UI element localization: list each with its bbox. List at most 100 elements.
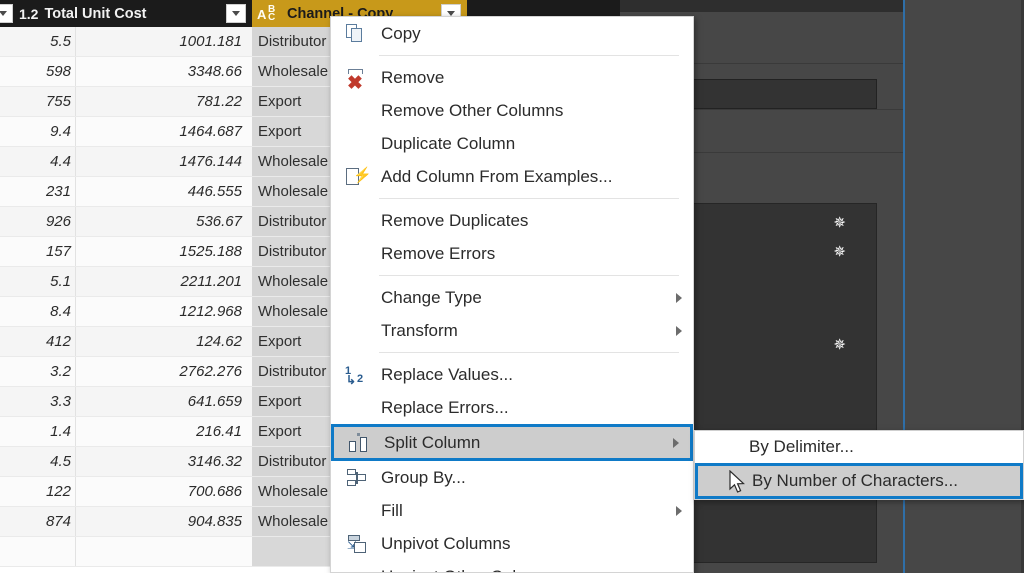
menu-item-unpivot-columns[interactable]: ⇲ Unpivot Columns [331,527,693,560]
cell-index: 4.4 [0,147,76,176]
menu-item-label: Replace Values... [381,364,513,384]
menu-item-label: Replace Errors... [381,397,509,417]
cell-total-unit-cost: 781.22 [196,93,242,110]
cell-total-unit-cost: 3348.66 [187,63,242,80]
menu-separator [379,352,679,353]
menu-item-icon-slot: ✖ [331,61,381,94]
cell-total-unit-cost: 1001.181 [179,33,242,50]
menu-item-add-column-from-examples[interactable]: ⚡ Add Column From Examples... [331,160,693,193]
menu-item-group-by[interactable]: Group By... [331,461,693,494]
cell-total-unit-cost: 1525.188 [179,243,242,260]
cell-total-unit-cost: 2211.201 [180,273,242,290]
menu-item-icon-slot [331,237,381,270]
gear-icon[interactable]: ✵ [833,245,846,260]
menu-item-label: Unpivot Columns [381,533,511,553]
menu-item-remove-duplicates[interactable]: Remove Duplicates [331,204,693,237]
cell-total-unit-cost: 216.41 [196,423,242,440]
menu-item-icon-slot: ⇲ [331,527,381,560]
cell-index: 1.4 [0,417,76,446]
menu-item-remove-other-columns[interactable]: Remove Other Columns [331,94,693,127]
cell-total-unit-cost: 2762.276 [179,363,242,380]
menu-item-label: Remove [381,67,445,87]
cell-index: 3.2 [0,357,76,386]
cell-total-unit-cost: 904.835 [187,513,242,530]
chevron-right-icon [662,438,690,448]
menu-item-icon-slot [331,204,381,237]
menu-item-transform[interactable]: Transform [331,314,693,347]
cell-index: 598 [0,57,76,86]
menu-item-label: Copy [381,23,421,43]
menu-separator [379,55,679,56]
menu-item-remove-errors[interactable]: Remove Errors [331,237,693,270]
menu-item-icon-slot [331,314,381,347]
cell-total-unit-cost: 1476.144 [179,153,242,170]
menu-item-replace-values[interactable]: 1 ↳ 2 Replace Values... [331,358,693,391]
menu-item-label: Remove Errors [381,243,496,263]
gear-icon[interactable]: ✵ [833,338,846,353]
chevron-right-icon [665,506,693,516]
menu-item-change-type[interactable]: Change Type [331,281,693,314]
chevron-right-icon [665,326,693,336]
cell-index: 8.4 [0,297,76,326]
menu-item-split-column[interactable]: Split Column [331,424,693,461]
decimal-number-icon: 1.2 [19,5,39,22]
menu-item-icon-slot [331,461,381,494]
cell-index: 926 [0,207,76,236]
column-header-index[interactable] [0,0,13,27]
cell-total-unit-cost: 1464.687 [179,123,242,140]
menu-item-icon-slot [331,281,381,314]
split-column-submenu[interactable]: By Delimiter... By Number of Characters..… [694,430,1024,500]
split-column-icon [348,432,370,454]
cell-index: 122 [0,477,76,506]
remove-icon: ✖ [345,67,367,93]
submenu-item-by-delimiter[interactable]: By Delimiter... [695,431,1023,463]
menu-item-duplicate-column[interactable]: Duplicate Column [331,127,693,160]
power-query-editor-screen: ✵ ✵ nns Position ✵ nns 1.2 Tot [0,0,1024,573]
cell-total-unit-cost: 641.659 [187,393,242,410]
menu-item-replace-errors[interactable]: Replace Errors... [331,391,693,424]
cell-total-unit-cost: 1212.968 [179,303,242,320]
menu-item-icon-slot: ⚡ [331,160,381,193]
cell-index: 874 [0,507,76,536]
column-header-total-unit-cost[interactable]: 1.2 Total Unit Cost [12,0,252,27]
gear-icon[interactable]: ✵ [833,216,846,231]
menu-item-label: Remove Duplicates [381,210,529,230]
cell-total-unit-cost [78,537,248,566]
menu-item-fill[interactable]: Fill [331,494,693,527]
add-column-from-examples-icon: ⚡ [345,166,372,188]
cell-index: 9.4 [0,117,76,146]
menu-item-label: Duplicate Column [381,133,516,153]
cell-index: 4.5 [0,447,76,476]
cell-total-unit-cost: 700.686 [187,483,242,500]
cell-index: 157 [0,237,76,266]
submenu-item-by-number-of-characters[interactable]: By Number of Characters... [695,463,1023,499]
cell-total-unit-cost: 446.555 [187,183,242,200]
menu-item-icon-slot: 1 ↳ 2 [331,358,381,391]
cell-index: 5.5 [0,27,76,56]
menu-item-icon-slot [331,560,381,572]
column-context-menu[interactable]: Copy ✖ Remove Remove Other Columns Duplicate… [330,16,694,573]
cell-index: 3.3 [0,387,76,416]
column-title: Total Unit Cost [44,5,147,22]
cell-index: 412 [0,327,76,356]
cell-index: 231 [0,177,76,206]
cell-total-unit-cost: 536.67 [196,213,242,230]
menu-item-icon-slot [331,17,381,50]
menu-item-label: Change Type [381,287,482,307]
menu-item-unpivot-other-columns[interactable]: Unpivot Other Columns [331,560,693,573]
group-by-icon [345,467,367,489]
menu-separator [379,198,679,199]
cell-total-unit-cost: 3146.32 [187,453,242,470]
unpivot-columns-icon: ⇲ [345,533,367,555]
cell-index: 5.1 [0,267,76,296]
chevron-right-icon [665,293,693,303]
chevron-down-icon[interactable] [226,4,246,23]
abc-text-icon: ABC [257,3,276,23]
menu-item-label: Transform [381,320,458,340]
menu-item-remove[interactable]: ✖ Remove [331,61,693,94]
menu-item-copy[interactable]: Copy [331,17,693,50]
menu-item-icon-slot [331,127,381,160]
menu-item-label: Split Column [384,432,481,452]
menu-separator [379,275,679,276]
copy-icon [345,23,367,45]
